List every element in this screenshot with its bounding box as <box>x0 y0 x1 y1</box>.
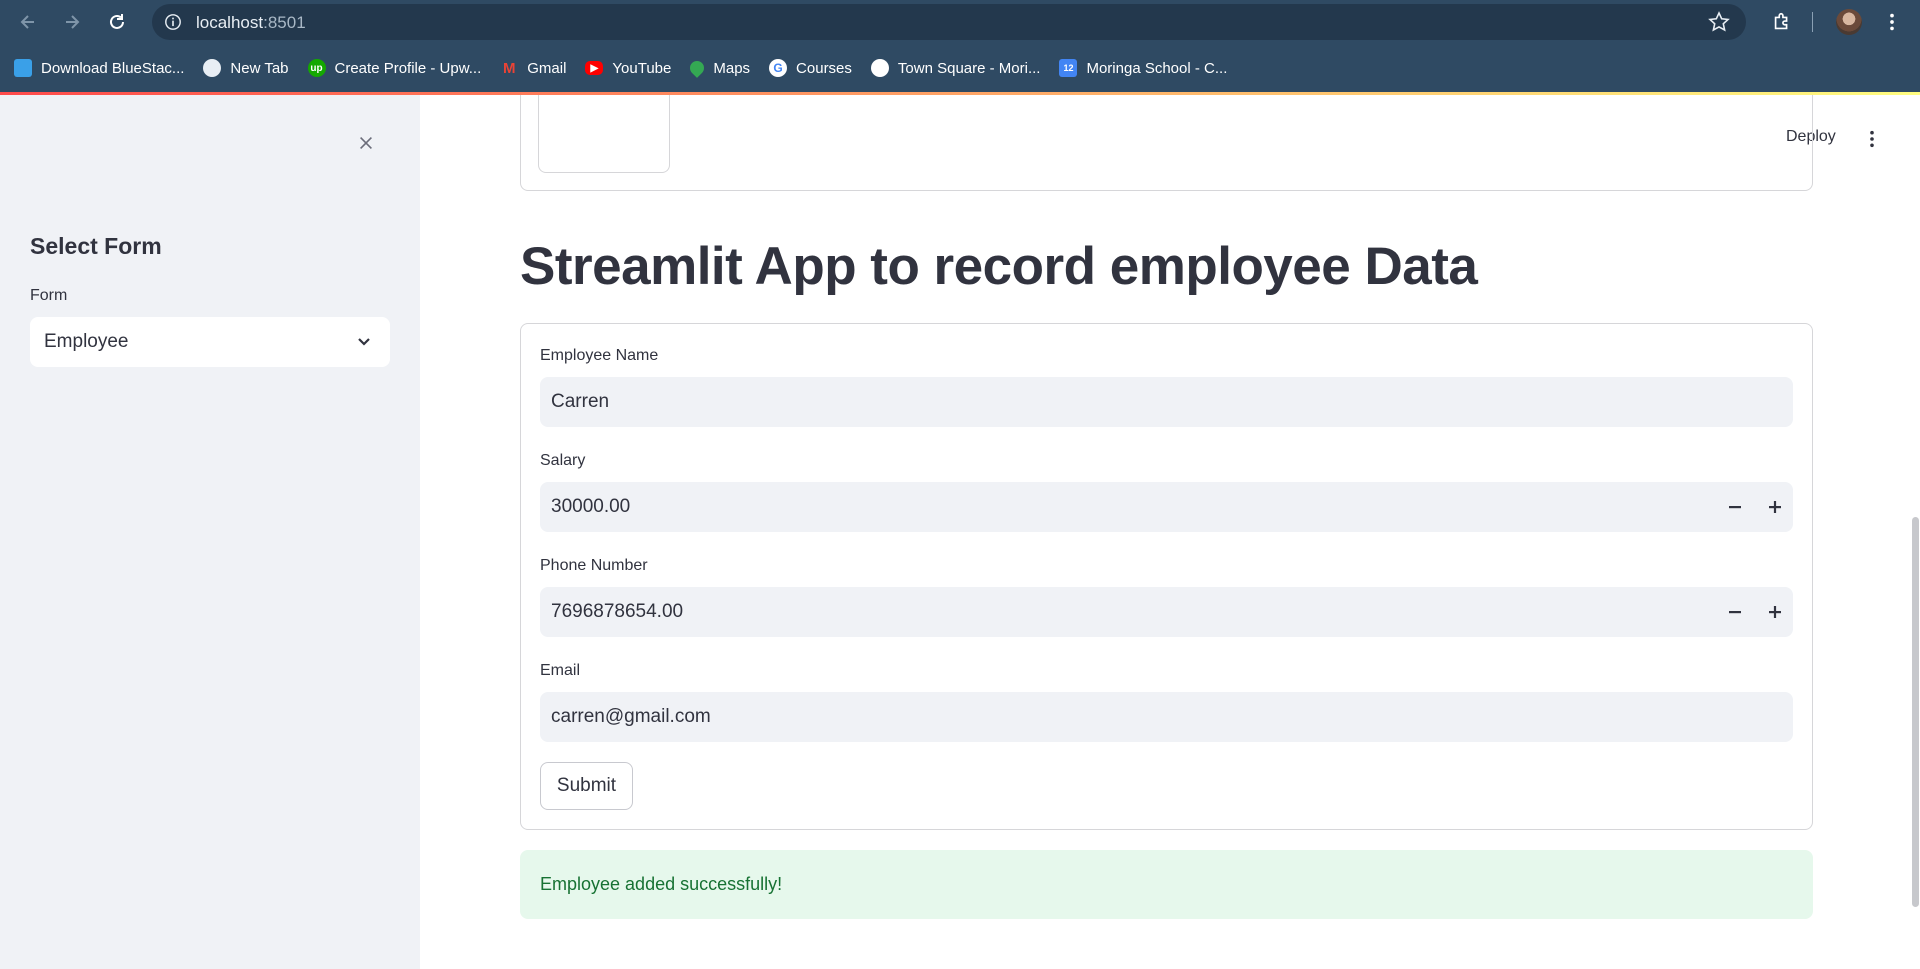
bookmark-upwork[interactable]: up Create Profile - Upw... <box>307 59 482 77</box>
previous-form-card <box>520 95 1813 191</box>
upwork-icon: up <box>307 59 326 77</box>
sidebar-title: Select Form <box>30 233 162 259</box>
email-label: Email <box>540 662 581 679</box>
sidebar: Select Form Form Employee <box>0 95 420 969</box>
bookmark-label: Town Square - Mori... <box>897 59 1041 77</box>
bookmark-courses[interactable]: G Courses <box>769 59 852 77</box>
phone-number-input[interactable]: 7696878654.00 <box>540 587 1793 637</box>
app-menu-icon[interactable] <box>1862 128 1882 150</box>
browser-chrome: localhost:8501 Download BlueStac... New … <box>0 0 1920 95</box>
form-select-value: Employee <box>44 331 129 352</box>
salary-label: Salary <box>540 452 586 469</box>
employee-name-value: Carren <box>551 391 610 412</box>
bluestacks-icon <box>14 59 32 77</box>
bookmark-moringa[interactable]: 12 Moringa School - C... <box>1059 59 1227 77</box>
employee-name-input[interactable]: Carren <box>540 377 1793 427</box>
gmail-icon: M <box>502 59 516 77</box>
bookmark-bluestacks[interactable]: Download BlueStac... <box>14 59 184 77</box>
bookmark-gmail[interactable]: M Gmail <box>500 59 566 77</box>
bookmark-label: Download BlueStac... <box>41 59 185 77</box>
profile-avatar[interactable] <box>1836 9 1862 35</box>
page-title: Streamlit App to record employee Data <box>520 237 1478 296</box>
address-bar[interactable]: localhost:8501 <box>152 4 1746 40</box>
phone-number-value: 7696878654.00 <box>551 601 684 622</box>
site-info-icon[interactable] <box>162 11 184 33</box>
success-message: Employee added successfully! <box>540 874 783 894</box>
google-icon: G <box>769 59 788 77</box>
bookmarks-bar: Download BlueStac... New Tab up Create P… <box>0 52 1920 84</box>
url-text: localhost:8501 <box>196 13 306 32</box>
salary-value: 30000.00 <box>551 496 631 517</box>
salary-increment-icon[interactable] <box>1765 497 1785 517</box>
bookmark-label: New Tab <box>230 59 289 77</box>
browser-menu-icon[interactable] <box>1880 10 1904 34</box>
success-alert: Employee added successfully! <box>520 850 1813 919</box>
forward-icon[interactable] <box>58 8 86 36</box>
browser-toolbar: localhost:8501 <box>0 0 1920 44</box>
employee-name-label: Employee Name <box>540 347 659 364</box>
email-value: carren@gmail.com <box>551 706 711 727</box>
close-sidebar-icon[interactable] <box>354 131 378 155</box>
reload-icon[interactable] <box>103 8 131 36</box>
chevron-down-icon <box>354 332 374 352</box>
town-square-icon <box>870 59 889 77</box>
email-input[interactable]: carren@gmail.com <box>540 692 1793 742</box>
bookmark-label: Create Profile - Upw... <box>334 59 482 77</box>
bookmark-new-tab[interactable]: New Tab <box>203 59 289 77</box>
phone-number-label: Phone Number <box>540 557 648 574</box>
bookmark-maps[interactable]: Maps <box>687 58 751 78</box>
bookmark-label: YouTube <box>612 59 672 77</box>
bookmark-town-square[interactable]: Town Square - Mori... <box>870 59 1041 77</box>
bookmark-label: Maps <box>713 59 751 77</box>
phone-decrement-icon[interactable] <box>1725 602 1745 622</box>
bookmark-label: Gmail <box>527 59 567 77</box>
salary-input[interactable]: 30000.00 <box>540 482 1793 532</box>
phone-increment-icon[interactable] <box>1765 602 1785 622</box>
extensions-icon[interactable] <box>1770 10 1794 34</box>
submit-button[interactable]: Submit <box>540 762 633 810</box>
maps-icon <box>687 58 708 78</box>
bookmark-youtube[interactable]: ▶ YouTube <box>585 60 671 77</box>
bookmark-star-icon[interactable] <box>1708 11 1730 33</box>
salary-decrement-icon[interactable] <box>1725 497 1745 517</box>
youtube-icon: ▶ <box>585 61 604 75</box>
back-icon[interactable] <box>14 8 42 36</box>
calendar-icon: 12 <box>1059 59 1078 77</box>
bookmark-label: Moringa School - C... <box>1086 59 1228 77</box>
main-scrollbar[interactable] <box>1912 517 1919 907</box>
form-select[interactable]: Employee <box>30 317 390 367</box>
previous-form-button[interactable] <box>538 95 670 173</box>
bookmark-label: Courses <box>796 59 852 77</box>
toolbar-divider <box>1812 12 1813 32</box>
globe-icon <box>203 59 222 77</box>
form-select-label: Form <box>30 287 68 304</box>
